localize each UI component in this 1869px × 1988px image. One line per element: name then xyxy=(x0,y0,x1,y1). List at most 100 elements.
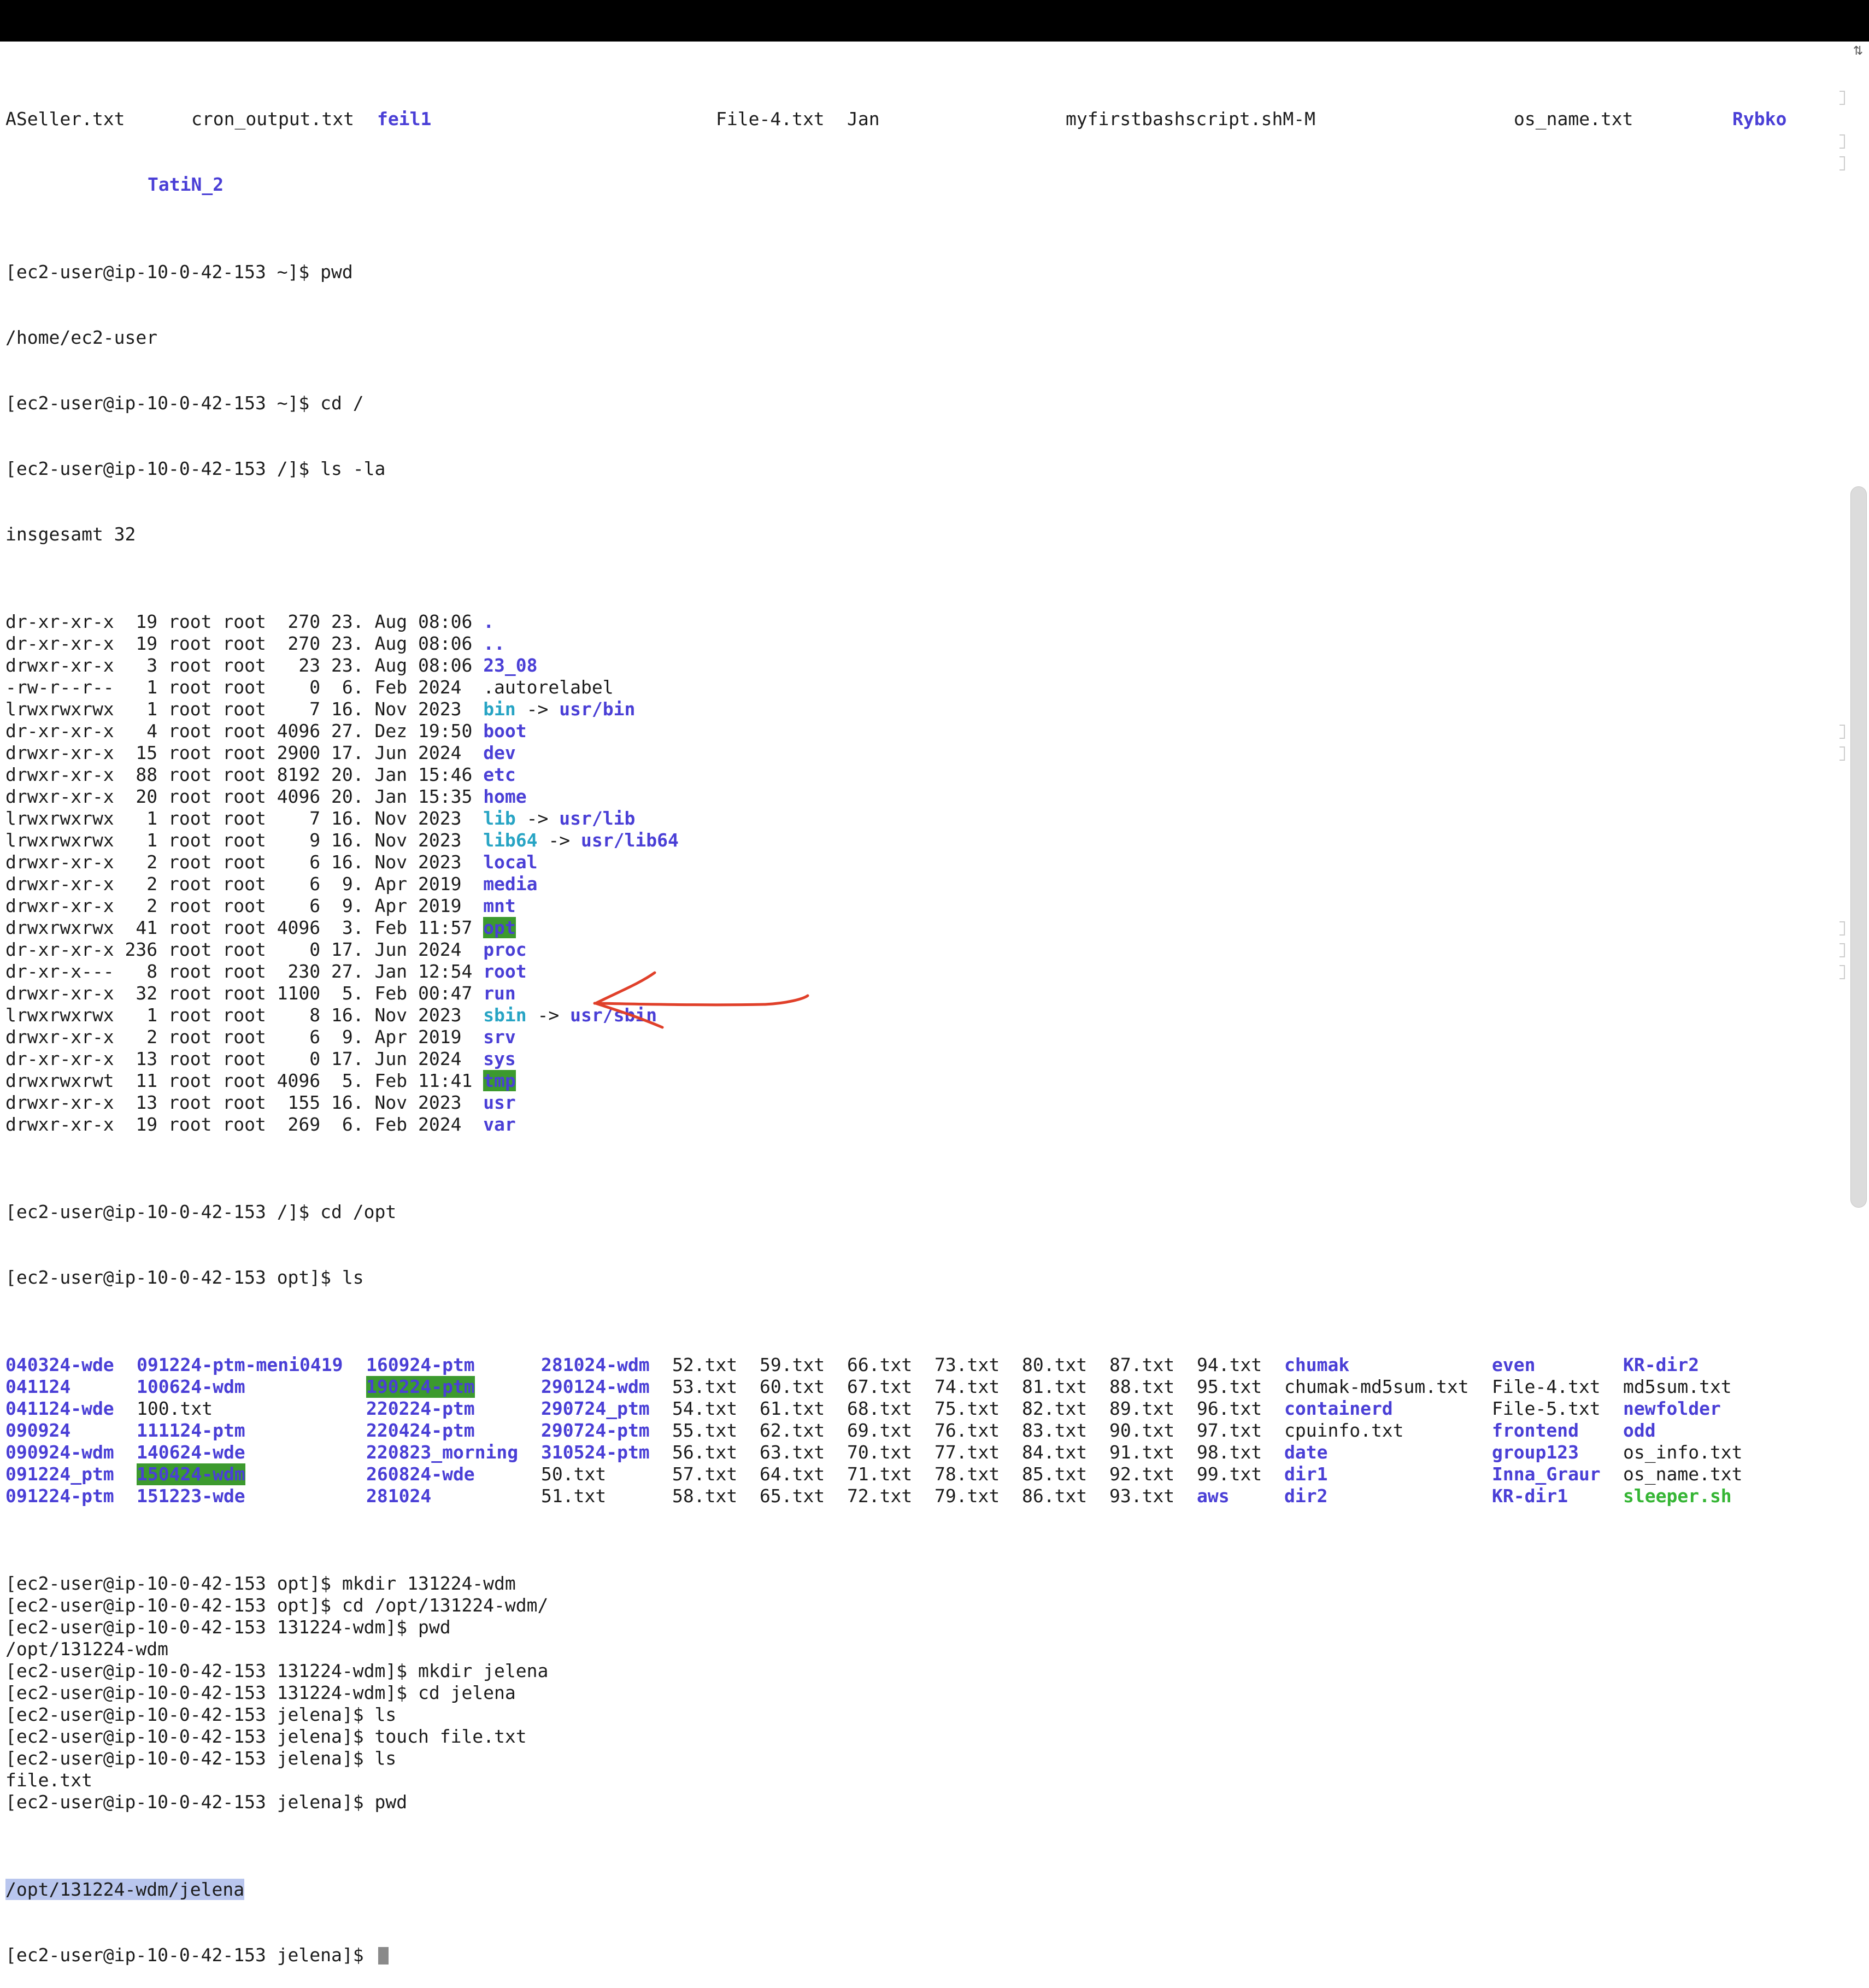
list-item: 74.txt xyxy=(935,1376,1000,1397)
file-name: media xyxy=(483,873,538,895)
list-item: 96.txt xyxy=(1197,1398,1262,1419)
list-item: TatiN_2 xyxy=(148,174,224,195)
list-item: 84.txt xyxy=(1022,1442,1088,1463)
current-prompt: [ec2-user@ip-10-0-42-153 jelena]$ xyxy=(5,1944,375,1966)
file-name: bin xyxy=(483,698,516,720)
scrollbar[interactable]: ⇅ xyxy=(1849,44,1869,1210)
file-attributes: drwxr-xr-x 15 root root 2900 17. Jun 202… xyxy=(5,742,484,763)
symlink-arrow: -> xyxy=(515,698,560,720)
list-item: 64.txt xyxy=(760,1463,825,1485)
session-line: [ec2-user@ip-10-0-42-153 opt]$ cd /opt/1… xyxy=(5,1595,549,1616)
command-line: [ec2-user@ip-10-0-42-153 ~]$ pwd xyxy=(5,261,353,283)
list-item: 290724-ptm xyxy=(541,1420,650,1441)
list-item: Rybko xyxy=(1732,108,1787,130)
file-attributes: dr-xr-xr-x 4 root root 4096 27. Dez 19:5… xyxy=(5,720,484,742)
list-item: frontend xyxy=(1492,1420,1579,1441)
ls-la-row: drwxr-xr-x 2 root root 6 16. Nov 2023 lo… xyxy=(5,851,1842,873)
list-item: md5sum.txt xyxy=(1623,1376,1732,1397)
list-item: 150424-wdm xyxy=(137,1463,245,1485)
list-item: 85.txt xyxy=(1022,1463,1088,1485)
list-item: odd xyxy=(1623,1420,1656,1441)
ls-la-row: drwxrwxrwx 41 root root 4096 3. Feb 11:5… xyxy=(5,917,1842,939)
ls-la-row: dr-xr-x--- 8 root root 230 27. Jan 12:54… xyxy=(5,961,1842,983)
list-item: KR-dir2 xyxy=(1623,1354,1700,1375)
file-name: .autorelabel xyxy=(483,677,614,698)
symlink-arrow: -> xyxy=(515,808,560,829)
list-item: 090924-wdm xyxy=(5,1442,114,1463)
list-item: ASeller.txt xyxy=(5,108,125,130)
list-item: 51.txt xyxy=(541,1485,607,1507)
list-item: 59.txt xyxy=(760,1354,825,1375)
list-item: dir1 xyxy=(1284,1463,1328,1485)
list-item: 65.txt xyxy=(760,1485,825,1507)
file-name: home xyxy=(483,786,527,807)
ls-la-row: drwxr-xr-x 2 root root 6 9. Apr 2019 srv xyxy=(5,1026,1842,1048)
file-name: lib xyxy=(483,808,516,829)
list-item: 61.txt xyxy=(760,1398,825,1419)
opt-listing-row: 041124-wde 100.txt 220224-ptm 290724_ptm 54.… xyxy=(5,1398,1842,1420)
line-marker xyxy=(1839,134,1845,149)
file-name: usr xyxy=(483,1092,516,1113)
line-marker xyxy=(1839,156,1845,170)
file-attributes: drwxr-xr-x 2 root root 6 9. Apr 2019 xyxy=(5,895,484,916)
prompt-line[interactable]: [ec2-user@ip-10-0-42-153 jelena]$ xyxy=(5,1944,1842,1966)
list-item: os_name.txt xyxy=(1514,108,1633,130)
list-item: 041124 xyxy=(5,1376,71,1397)
list-item: aws xyxy=(1197,1485,1230,1507)
list-item: 50.txt xyxy=(541,1463,607,1485)
command-line: [ec2-user@ip-10-0-42-153 ~]$ cd / xyxy=(5,392,364,414)
session-line: [ec2-user@ip-10-0-42-153 jelena]$ ls xyxy=(5,1704,397,1725)
list-item: Jan xyxy=(847,108,880,130)
text-cursor xyxy=(378,1947,389,1965)
scroll-thumb[interactable] xyxy=(1850,486,1867,1208)
list-item: 91.txt xyxy=(1109,1442,1175,1463)
list-item: 69.txt xyxy=(847,1420,913,1441)
file-attributes: dr-xr-x--- 8 root root 230 27. Jan 12:54 xyxy=(5,961,484,982)
symlink-arrow: -> xyxy=(526,1004,571,1026)
file-attributes: drwxr-xr-x 19 root root 269 6. Feb 2024 xyxy=(5,1114,484,1135)
list-item: feil1 xyxy=(377,108,432,130)
list-item: cron_output.txt xyxy=(191,108,355,130)
list-item: 77.txt xyxy=(935,1442,1000,1463)
symlink-arrow: -> xyxy=(537,830,581,851)
list-item: cpuinfo.txt xyxy=(1284,1420,1404,1441)
list-item: 190224-ptm xyxy=(366,1376,475,1398)
file-name: etc xyxy=(483,764,516,785)
list-item: date xyxy=(1284,1442,1328,1463)
list-item: 67.txt xyxy=(847,1376,913,1397)
list-item: containerd xyxy=(1284,1398,1393,1419)
session-line: [ec2-user@ip-10-0-42-153 jelena]$ touch … xyxy=(5,1726,527,1747)
list-item: 281024-wdm xyxy=(541,1354,650,1375)
session-line: [ec2-user@ip-10-0-42-153 jelena]$ ls xyxy=(5,1748,397,1769)
file-name: opt xyxy=(483,917,516,938)
list-item: 58.txt xyxy=(672,1485,738,1507)
command-line: [ec2-user@ip-10-0-42-153 opt]$ ls xyxy=(5,1267,364,1288)
selected-text: /opt/131224-wdm/jelena xyxy=(5,1879,245,1900)
list-item: 89.txt xyxy=(1109,1398,1175,1419)
list-item: 100.txt xyxy=(137,1398,213,1419)
scroll-up-icon[interactable]: ⇅ xyxy=(1850,45,1866,58)
list-item: 71.txt xyxy=(847,1463,913,1485)
list-item: 94.txt xyxy=(1197,1354,1262,1375)
list-item: sleeper.sh xyxy=(1623,1485,1732,1507)
line-marker xyxy=(1839,746,1845,761)
list-item: 83.txt xyxy=(1022,1420,1088,1441)
file-name: root xyxy=(483,961,527,982)
file-attributes: lrwxrwxrwx 1 root root 7 16. Nov 2023 xyxy=(5,698,484,720)
list-item: 90.txt xyxy=(1109,1420,1175,1441)
list-item: 76.txt xyxy=(935,1420,1000,1441)
file-name: . xyxy=(483,611,495,632)
list-item: dir2 xyxy=(1284,1485,1328,1507)
list-item: 260824-wde xyxy=(366,1463,475,1485)
list-item: 310524-ptm xyxy=(541,1442,650,1463)
list-item: 090924 xyxy=(5,1420,71,1441)
list-item: 75.txt xyxy=(935,1398,1000,1419)
file-name: tmp xyxy=(483,1070,516,1091)
list-item: 57.txt xyxy=(672,1463,738,1485)
selected-output-line: /opt/131224-wdm/jelena xyxy=(5,1879,1842,1901)
file-attributes: drwxr-xr-x 2 root root 6 9. Apr 2019 xyxy=(5,873,484,895)
terminal-output[interactable]: ASeller.txt cron_output.txt feil1 File-4… xyxy=(5,43,1842,1966)
list-item: 93.txt xyxy=(1109,1485,1175,1507)
list-item: 60.txt xyxy=(760,1376,825,1397)
list-item: 281024 xyxy=(366,1485,432,1507)
